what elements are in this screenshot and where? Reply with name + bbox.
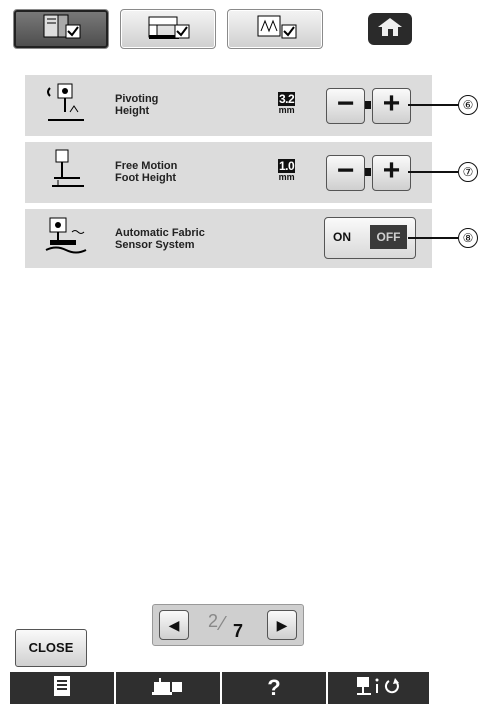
document-button[interactable] [10,672,114,704]
current-page: 2 [208,611,219,631]
presser-foot-info-icon [355,675,403,702]
home-button[interactable] [368,13,412,45]
value-free-motion-foot-height: 1.0 mm [278,159,296,182]
fabric-sensor-icon [40,214,92,263]
machine-icon [150,676,186,701]
tab-embroidery-settings[interactable] [227,9,323,49]
help-button[interactable]: ? [222,672,326,704]
callout-line-7 [408,171,458,173]
fabric-sensor-toggle[interactable]: ON OFF [324,217,416,259]
row-label-fabric-sensor: Automatic Fabric Sensor System [115,227,205,251]
callout-8: ⑧ [458,228,478,248]
page-navigator: ◀ 2 ⁄ 7 ▶ [152,604,304,646]
presser-foot-info-button[interactable] [328,672,429,704]
home-icon [376,16,404,43]
embroidery-settings-icon [250,13,300,46]
callout-6: ⑥ [458,95,478,115]
document-icon [53,675,71,702]
plus-button-free-motion-foot-height[interactable]: + [372,155,411,191]
machine-button[interactable] [116,672,220,704]
free-motion-foot-icon [44,146,88,197]
next-page-button[interactable]: ▶ [267,610,297,640]
prev-page-button[interactable]: ◀ [159,610,189,640]
total-pages: 7 [233,621,244,641]
value-pivoting-height: 3.2 mm [278,92,296,115]
machine-settings-icon [143,13,193,46]
button-joiner [365,168,371,176]
tab-general-settings[interactable] [13,9,109,49]
toggle-on-label[interactable]: ON [333,230,351,244]
close-button[interactable]: CLOSE [15,629,87,667]
button-joiner [365,101,371,109]
callout-line-6 [408,104,458,106]
minus-button-pivoting-height[interactable]: − [326,88,365,124]
bottom-bar: ? [10,672,429,704]
minus-button-free-motion-foot-height[interactable]: − [326,155,365,191]
settings-book-icon [38,13,84,46]
callout-line-8 [408,237,458,239]
callout-7: ⑦ [458,162,478,182]
row-label-free-motion-foot-height: Free Motion Foot Height [115,160,178,184]
plus-button-pivoting-height[interactable]: + [372,88,411,124]
page-separator: ⁄ [221,613,225,635]
row-label-pivoting-height: Pivoting Height [115,93,159,117]
toggle-off-label[interactable]: OFF [370,225,407,249]
tab-sewing-settings[interactable] [120,9,216,49]
pivoting-foot-icon [40,80,90,131]
